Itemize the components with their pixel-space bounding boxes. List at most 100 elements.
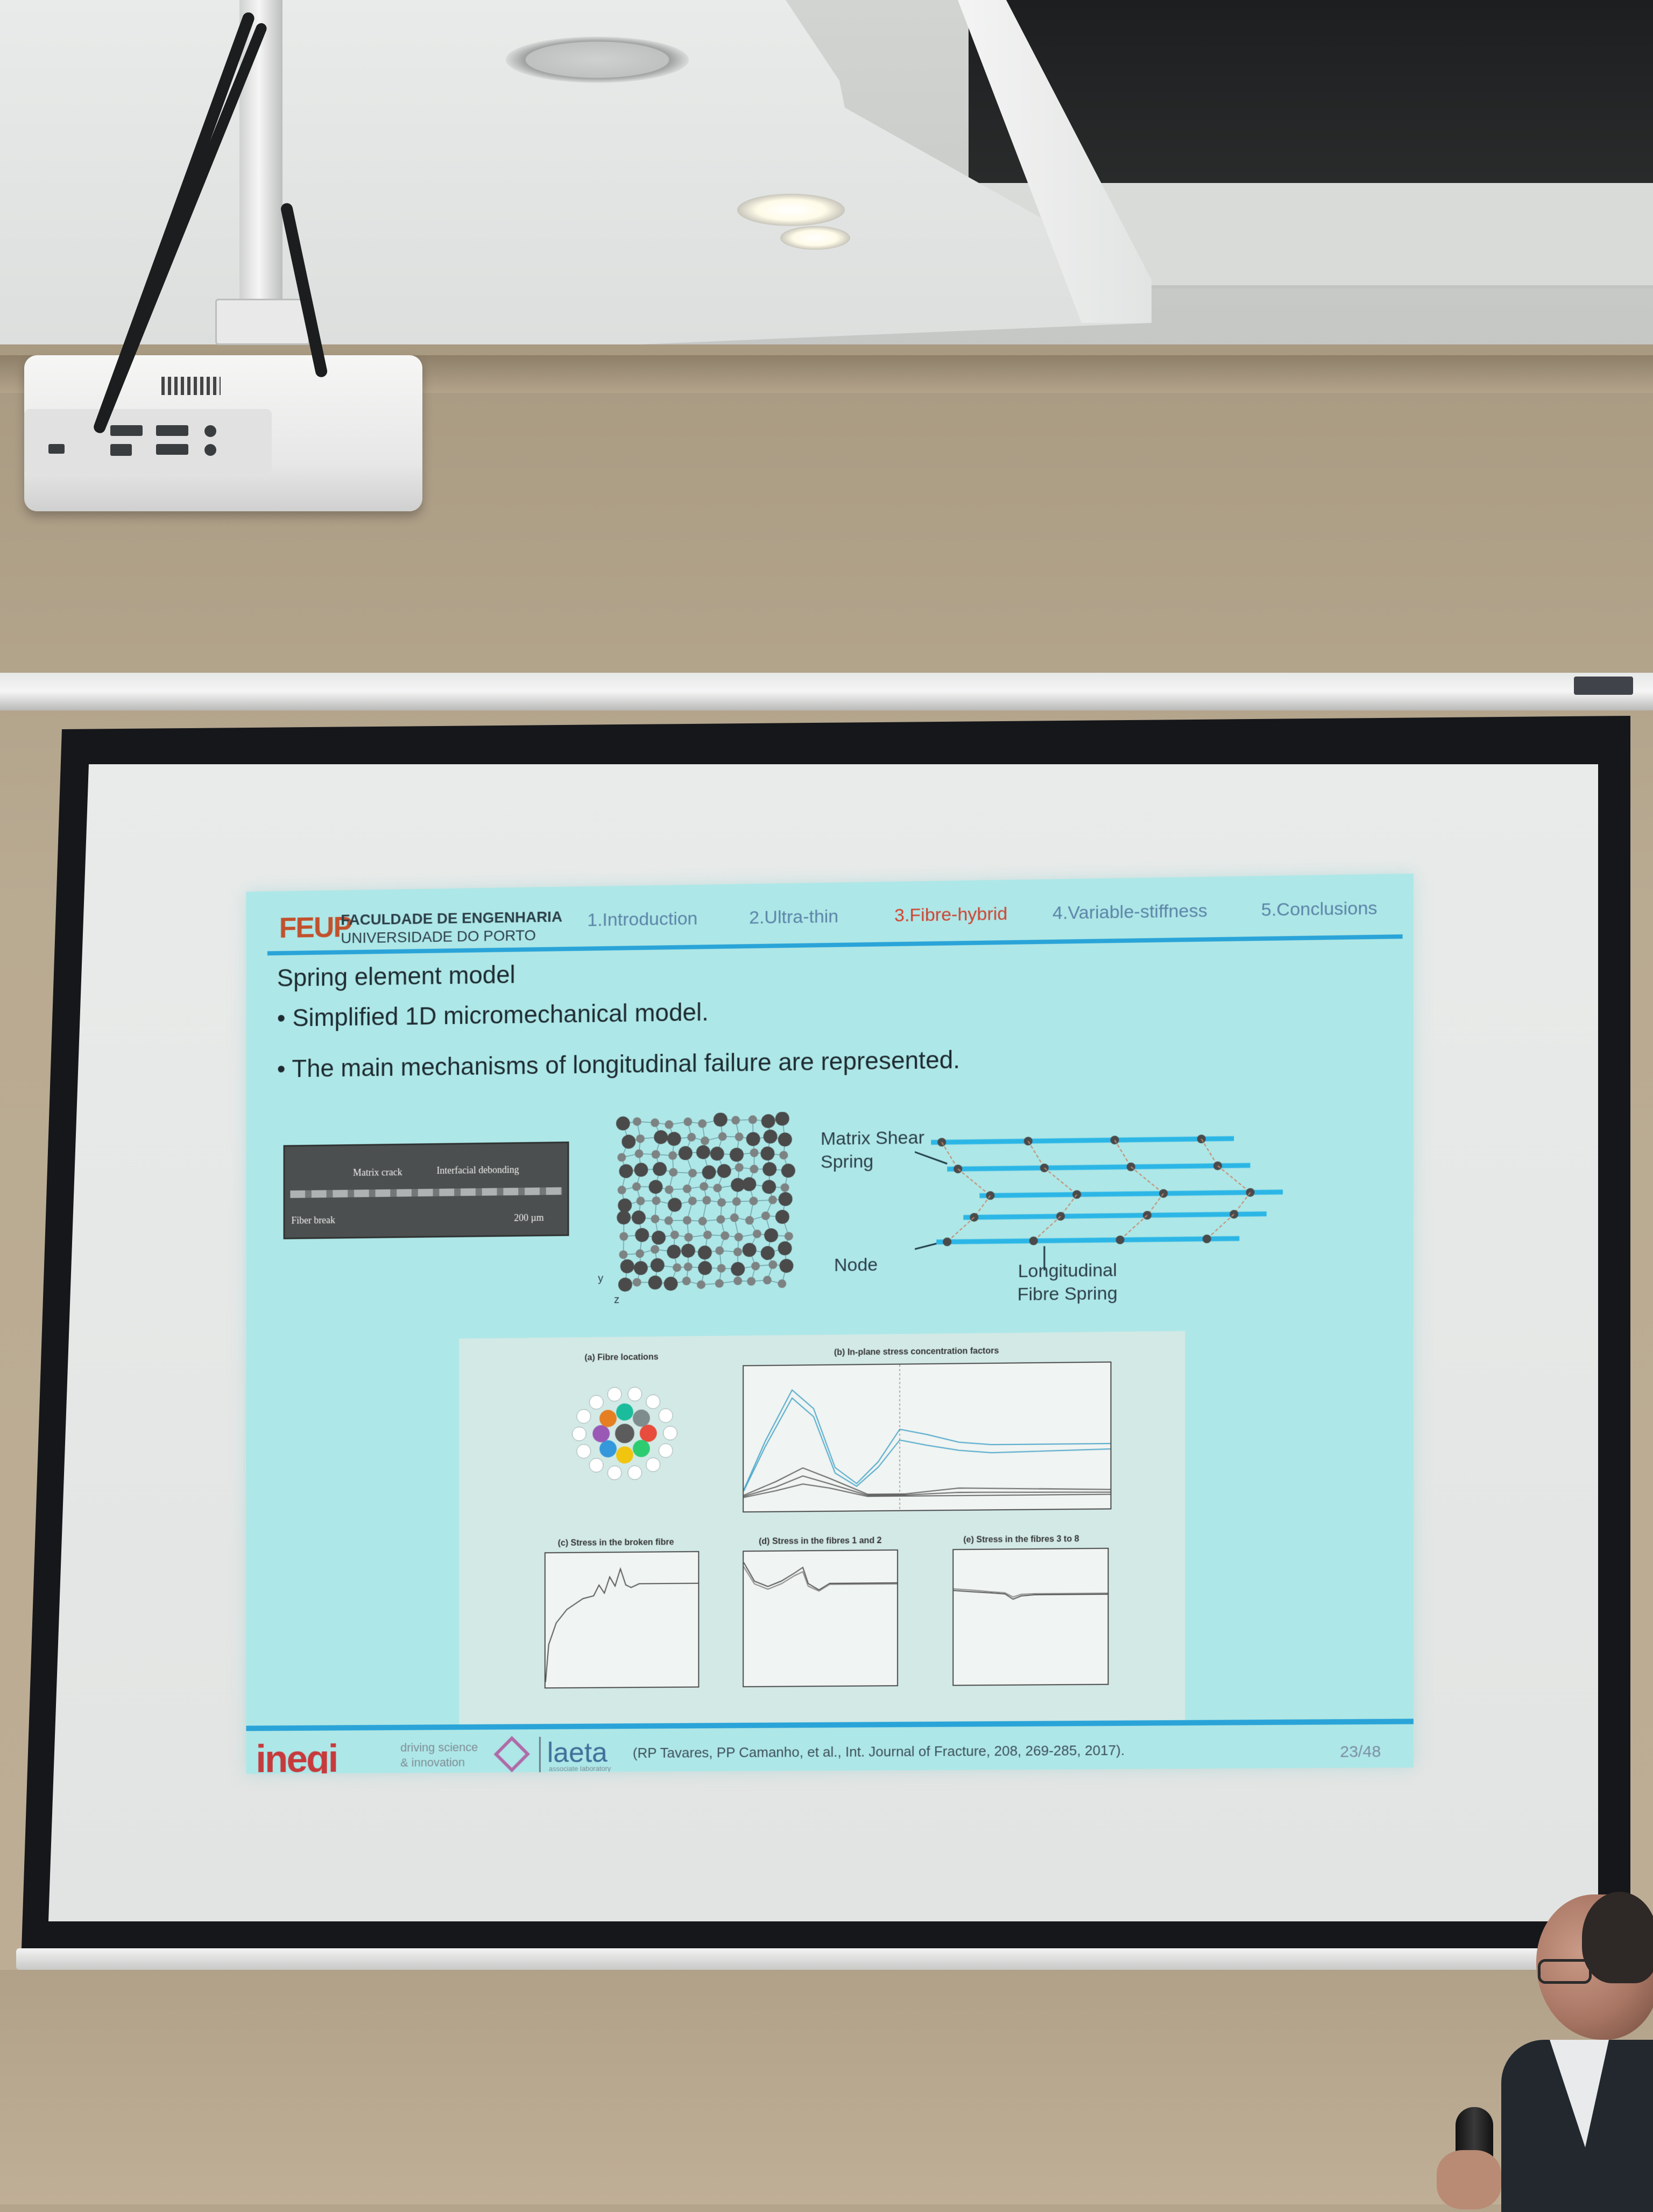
fibre-cross-section: [651, 1245, 659, 1253]
scf-curve: [744, 1395, 1110, 1491]
label-line: Fibre Spring: [1018, 1282, 1118, 1306]
fibre-cross-section: [679, 1146, 693, 1160]
fibre-locations-diagram: [566, 1374, 684, 1488]
plot-c-curve: [546, 1552, 698, 1687]
fibre-cross-section: [633, 1278, 641, 1286]
fibre-cross-section: [735, 1132, 744, 1141]
fibre-cross-section: [667, 1132, 681, 1146]
fibre-cross-section: [768, 1195, 777, 1204]
neighbour-fibre: [592, 1425, 610, 1442]
fibre-cross-section: [775, 1112, 789, 1126]
fibre-cross-section: [688, 1169, 697, 1178]
fibre-spring: [963, 1214, 1267, 1217]
plot-c: [545, 1551, 700, 1688]
fibre-cross-section: [700, 1182, 708, 1190]
fibre-cross-section: [716, 1215, 725, 1224]
node: [1116, 1236, 1125, 1244]
fibre-cross-section: [684, 1263, 693, 1271]
matrix-shear-spring: [1207, 1214, 1234, 1239]
screen-housing: [0, 673, 1653, 710]
micrograph-fibre: [290, 1187, 562, 1198]
matrix-shear-spring: [1044, 1167, 1077, 1195]
fibre-cross-section: [669, 1168, 677, 1177]
matrix-shear-spring: [1218, 1165, 1251, 1193]
fibre-cross-section: [621, 1135, 635, 1149]
fibre-cross-section: [652, 1150, 660, 1159]
fibre-cross-section: [746, 1132, 760, 1146]
fibre-cross-section: [620, 1259, 634, 1273]
fibre-cross-section: [749, 1196, 758, 1205]
node: [1197, 1135, 1206, 1143]
fibre-outline: [628, 1387, 642, 1401]
node: [1143, 1211, 1152, 1220]
fibre-cross-section: [636, 1135, 645, 1143]
projector-port: [204, 444, 216, 456]
ceiling-light: [780, 226, 850, 250]
fibre-cross-section: [619, 1232, 628, 1241]
nav-variable-stiffness: 4.Variable-stiffness: [1052, 900, 1207, 924]
axis-label-y: y: [598, 1273, 603, 1285]
fibre-spring: [979, 1192, 1283, 1196]
person-hair: [1582, 1892, 1653, 1983]
fibre-cross-section: [764, 1228, 778, 1242]
matrix-shear-spring: [1115, 1140, 1131, 1167]
fibre-cross-section: [702, 1165, 716, 1179]
micrograph-image: Matrix crack Interfacial debonding Fiber…: [284, 1142, 569, 1239]
plot-e-curve: [953, 1549, 1107, 1685]
node-label: Node: [834, 1253, 878, 1277]
node: [943, 1237, 951, 1246]
faculty-name: FACULDADE DE ENGENHARIA: [341, 908, 562, 928]
matrix-shear-spring-label: Matrix Shear Spring: [821, 1126, 924, 1173]
longitudinal-fibre-spring-label: Longitudinal Fibre Spring: [1018, 1259, 1118, 1306]
fibre-cross-section: [733, 1248, 742, 1256]
fibre-cross-section: [697, 1280, 705, 1289]
fibre-outline: [577, 1445, 591, 1459]
fibre-cross-section: [648, 1276, 662, 1290]
fibre-cross-section: [734, 1232, 743, 1241]
axis-label-z: z: [614, 1294, 619, 1306]
fibre-outline: [659, 1443, 673, 1457]
fibre-packing-diagram: [614, 1112, 796, 1297]
fibre-cross-section: [665, 1185, 674, 1194]
plot-e: [952, 1548, 1108, 1686]
projector-mount: [215, 299, 310, 345]
fibre-outline: [646, 1457, 660, 1471]
fibre-cross-section: [684, 1233, 693, 1242]
fibre-cross-section: [714, 1112, 727, 1126]
fibre-outline: [607, 1387, 621, 1401]
nav-fibre-hybrid: 3.Fibre-hybrid: [894, 904, 1007, 926]
nav-introduction: 1.Introduction: [587, 908, 697, 931]
plot-d-curve: [744, 1551, 897, 1686]
fibre-cross-section: [779, 1151, 788, 1159]
fibre-cross-section: [701, 1137, 709, 1145]
fibre-cross-section: [637, 1196, 645, 1205]
fibre-cross-section: [747, 1277, 755, 1286]
fibre-cross-section: [761, 1211, 770, 1220]
fibre-cross-section: [618, 1199, 632, 1213]
label-line: Spring: [821, 1149, 924, 1173]
fibre-cross-section: [635, 1150, 644, 1158]
fibre-cross-section: [619, 1250, 627, 1259]
fibre-cross-section: [730, 1147, 744, 1161]
fibre-cross-section: [780, 1259, 794, 1273]
fibre-cross-section: [634, 1163, 648, 1177]
ceiling-speaker: [506, 37, 689, 83]
fibre-cross-section: [763, 1276, 772, 1284]
projector-port: [110, 425, 143, 436]
fibre-cross-section: [649, 1180, 663, 1194]
fibre-cross-section: [664, 1277, 678, 1291]
fibre-cross-section: [651, 1215, 660, 1223]
fibre-cross-section: [683, 1117, 692, 1126]
fibre-cross-section: [682, 1277, 691, 1285]
fibre-outline: [577, 1410, 591, 1424]
micrograph-scale-bar: 200 µm: [514, 1212, 543, 1224]
label-line: Matrix Shear: [821, 1126, 924, 1151]
fibre-cross-section: [745, 1216, 754, 1224]
projector-port: [110, 444, 132, 456]
fibre-cross-section: [673, 1263, 681, 1272]
screen-bottom-bar: [16, 1948, 1593, 1970]
node: [1230, 1210, 1238, 1218]
node: [1056, 1212, 1065, 1221]
matrix-shear-spring: [1034, 1216, 1061, 1241]
glasses: [1538, 1959, 1592, 1984]
